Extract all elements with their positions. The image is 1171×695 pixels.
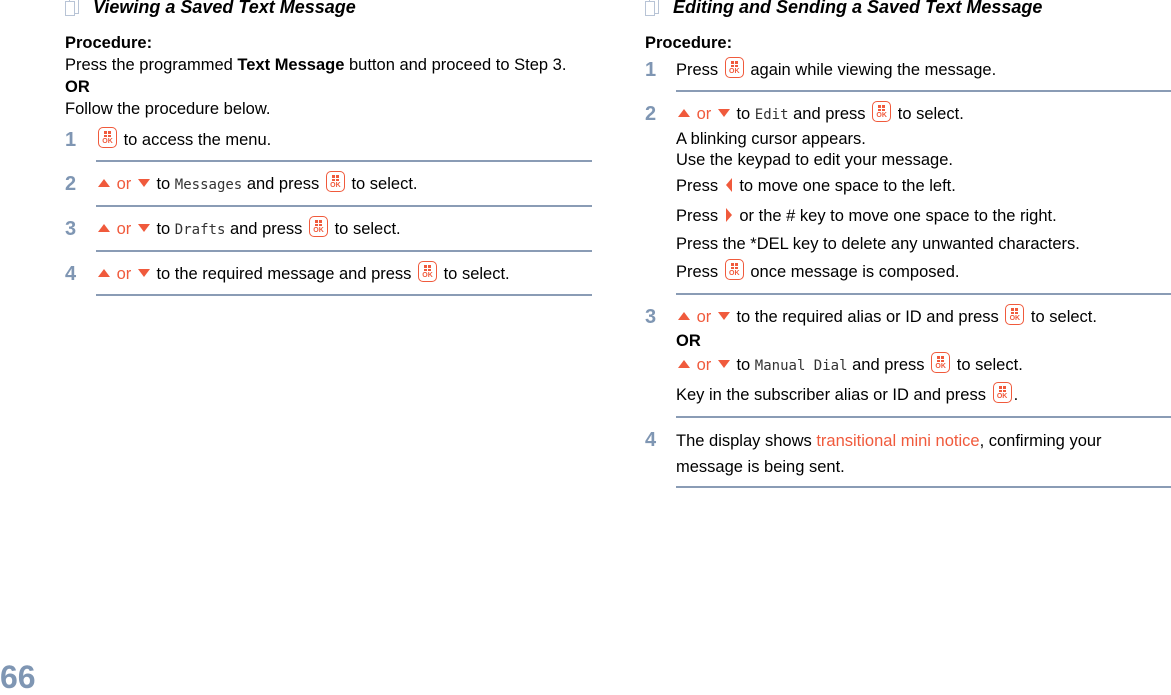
menu-item-manual-dial: Manual Dial — [754, 358, 848, 374]
ok-button-icon: OK — [931, 352, 951, 374]
step-text: and press — [225, 220, 308, 238]
move-right-note: Press or the # key to move one space to … — [676, 207, 1057, 225]
menu-item-messages: Messages — [174, 177, 243, 193]
ok-button-icon: OK — [309, 216, 329, 238]
step-3: 3 or to the required alias or ID and pre… — [645, 303, 1171, 418]
or-text: or — [696, 356, 712, 374]
intro-follow: Follow the procedure below. — [65, 100, 271, 118]
step-number: 3 — [65, 218, 77, 240]
step-text: The display shows — [676, 432, 817, 450]
ok-button-icon: OK — [98, 127, 117, 149]
step-number: 4 — [65, 263, 77, 285]
step-1: 1 OK to access the menu. — [65, 126, 592, 162]
section-heading: Editing and Sending a Saved Text Message — [645, 0, 1171, 17]
up-arrow-icon — [678, 359, 690, 368]
or-label: OR — [65, 78, 90, 96]
step-4: 4 The display shows transitional mini no… — [645, 426, 1171, 488]
ok-button-icon: OK — [325, 171, 345, 193]
move-left-note: Press to move one space to the left. — [676, 177, 956, 195]
step-text: to — [731, 105, 755, 123]
right-column: Editing and Sending a Saved Text Message… — [645, 0, 1171, 496]
step-text: and press — [847, 356, 930, 374]
procedure-label: Procedure: — [645, 34, 733, 52]
composed-note: Press OK once message is composed. — [676, 257, 1171, 287]
or-text: or — [696, 308, 712, 326]
or-text: or — [696, 105, 712, 123]
intro-text: Press the programmed — [65, 56, 238, 74]
intro-paragraph: Press the programmed Text Message button… — [65, 54, 592, 76]
step-list: 1 OK to access the menu. 2 or to Message… — [65, 126, 592, 296]
ok-button-icon: OK — [1005, 304, 1025, 326]
step-number: 1 — [65, 129, 77, 151]
step-number: 4 — [645, 429, 657, 451]
step-text: to — [151, 175, 175, 193]
step-3: 3 or to Drafts and press OK to select. — [65, 215, 592, 252]
step-text: to access the menu. — [119, 131, 272, 149]
step-2: 2 or to Messages and press OK to select. — [65, 170, 592, 207]
step-text: to the required message and press — [151, 265, 417, 283]
ok-button-icon: OK — [418, 261, 438, 283]
step-text: to select. — [893, 105, 964, 123]
transitional-mini-notice-link: transitional mini notice — [816, 432, 980, 450]
ok-button-icon: OK — [724, 57, 744, 79]
step-number: 2 — [645, 103, 657, 125]
keypad-note: Use the keypad to edit your message. — [676, 151, 953, 169]
step-text: to select. — [346, 175, 418, 193]
step-text: to select. — [952, 356, 1023, 374]
key-in-note: Key in the subscriber alias or ID and pr… — [676, 380, 1171, 410]
procedure-label: Procedure: — [65, 34, 153, 52]
or-text: or — [116, 265, 132, 283]
up-arrow-icon — [98, 178, 110, 187]
cursor-note: A blinking cursor appears. — [676, 130, 866, 148]
document-icon — [65, 0, 85, 16]
heading-text: Editing and Sending a Saved Text Message — [673, 0, 1043, 17]
down-arrow-icon — [717, 359, 730, 368]
menu-item-drafts: Drafts — [174, 222, 226, 238]
up-arrow-icon — [98, 223, 110, 232]
text-message-button-name: Text Message — [237, 56, 345, 74]
step-text: to select. — [330, 220, 401, 238]
left-column: Viewing a Saved Text Message Procedure: … — [65, 0, 592, 304]
heading-text: Viewing a Saved Text Message — [93, 0, 356, 17]
step-text: to — [731, 356, 755, 374]
left-arrow-icon — [725, 177, 732, 192]
up-arrow-icon — [678, 108, 690, 117]
up-arrow-icon — [678, 311, 690, 320]
delete-note: Press the *DEL key to delete any unwante… — [676, 235, 1080, 253]
menu-item-edit: Edit — [754, 107, 789, 123]
step-text: Press — [676, 61, 723, 79]
step-text: to — [151, 220, 175, 238]
ok-button-icon: OK — [872, 101, 892, 123]
step-2: 2 or to Edit and press OK to select. A b… — [645, 100, 1171, 295]
right-arrow-icon — [725, 207, 732, 222]
intro-text-end: button and proceed to Step 3. — [344, 56, 567, 74]
page-number: 66 — [0, 659, 36, 695]
down-arrow-icon — [717, 108, 730, 117]
step-number: 3 — [645, 306, 657, 328]
section-heading: Viewing a Saved Text Message — [65, 0, 592, 17]
step-text: and press — [242, 175, 324, 193]
step-number: 2 — [65, 173, 77, 195]
step-text: and press — [788, 105, 871, 123]
step-1: 1 Press OK again while viewing the messa… — [645, 56, 1171, 92]
step-4: 4 or to the required message and press O… — [65, 260, 592, 296]
down-arrow-icon — [137, 223, 150, 232]
step-text: to the required alias or ID and press — [731, 308, 1004, 326]
document-icon — [645, 0, 665, 16]
step-number: 1 — [645, 59, 657, 81]
or-text: or — [116, 175, 132, 193]
up-arrow-icon — [98, 268, 110, 277]
step-list: 1 Press OK again while viewing the messa… — [645, 56, 1171, 488]
ok-button-icon: OK — [724, 259, 744, 281]
down-arrow-icon — [717, 311, 730, 320]
step-text: again while viewing the message. — [745, 61, 997, 79]
step-text: to select. — [1026, 308, 1097, 326]
down-arrow-icon — [137, 268, 150, 277]
step-text: to select. — [439, 265, 510, 283]
down-arrow-icon — [137, 178, 150, 187]
ok-button-icon: OK — [992, 382, 1012, 404]
or-text: or — [116, 220, 132, 238]
or-label: OR — [676, 332, 701, 350]
